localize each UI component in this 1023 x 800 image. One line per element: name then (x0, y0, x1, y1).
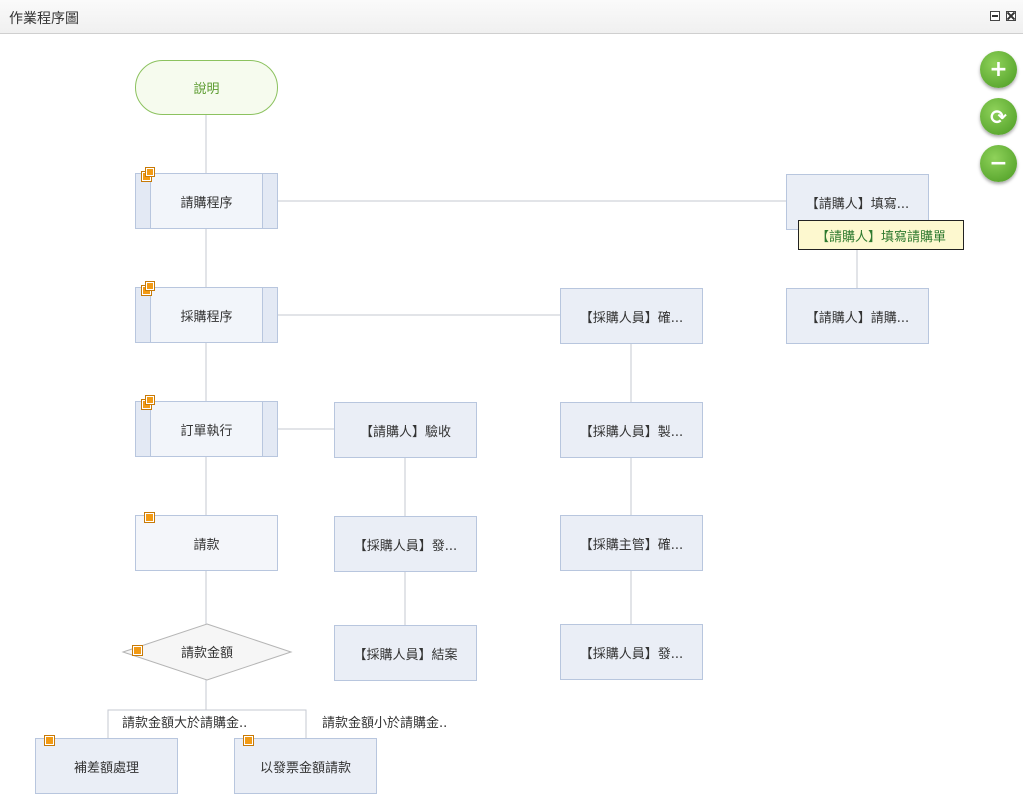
decision-label: 請款金額 (180, 646, 233, 661)
task-purchaser-confirm[interactable]: 【採購人員】確... (560, 288, 703, 344)
task-purchaser-prepare[interactable]: 【採購人員】製... (560, 402, 703, 458)
branch-label-less: 請款金額小於請購金.. (320, 712, 450, 731)
task-marker-icon (133, 646, 142, 655)
step-label: 訂單執行 (180, 423, 233, 439)
step-request-procedure[interactable]: 請購程序 (135, 173, 278, 229)
task-marker-icon (145, 513, 154, 522)
node-tooltip: 【請購人】填寫請購單 (798, 220, 964, 250)
step-invoice-amount-request[interactable]: 以發票金額請款 (234, 738, 377, 794)
task-requester-acceptance[interactable]: 【請購人】驗收 (334, 402, 477, 458)
task-marker-icon (45, 736, 54, 745)
subprocess-marker-icon (142, 396, 154, 409)
subprocess-marker-icon (142, 282, 154, 295)
step-order-execution[interactable]: 訂單執行 (135, 401, 278, 457)
start-node[interactable]: 說明 (135, 60, 278, 115)
task-purchaser-send[interactable]: 【採購人員】發... (560, 624, 703, 680)
step-label: 請購程序 (180, 195, 233, 211)
minus-icon[interactable]: − (980, 145, 1017, 182)
refresh-icon[interactable]: ⟳ (980, 98, 1017, 135)
subprocess-marker-icon (142, 168, 154, 181)
step-label: 採購程序 (180, 309, 233, 325)
task-purchaser-close[interactable]: 【採購人員】結案 (334, 625, 477, 681)
branch-label-greater: 請款金額大於請購金.. (120, 712, 250, 731)
task-purchaser-issue[interactable]: 【採購人員】發... (334, 516, 477, 572)
task-requester-request[interactable]: 【請購人】請購... (786, 288, 929, 344)
step-payment-request[interactable]: 請款 (135, 515, 278, 571)
step-difference-handling[interactable]: 補差額處理 (35, 738, 178, 794)
step-purchase-procedure[interactable]: 採購程序 (135, 287, 278, 343)
plus-icon[interactable]: + (980, 51, 1017, 88)
task-manager-confirm[interactable]: 【採購主管】確... (560, 515, 703, 571)
task-marker-icon (244, 736, 253, 745)
